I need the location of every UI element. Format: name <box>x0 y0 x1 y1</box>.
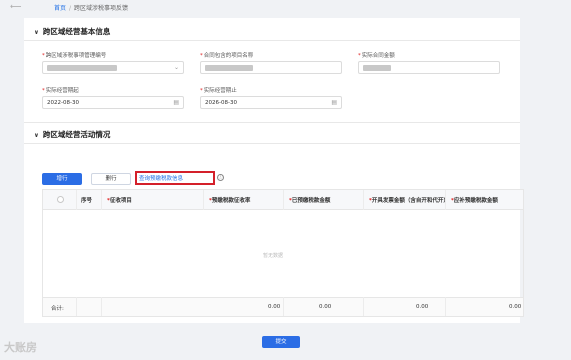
total-label: 合计: <box>51 306 64 312</box>
col-divider <box>76 190 77 210</box>
query-prepaid-tax-link[interactable]: 查询预缴税款信息 <box>139 174 183 182</box>
col-item: *征收项目 <box>107 198 132 204</box>
contract-amount-input[interactable] <box>358 61 500 74</box>
section-basic-title[interactable]: ∨ 跨区域经营基本信息 <box>34 26 110 37</box>
col-divider <box>445 297 446 316</box>
info-icon[interactable]: ⓘ <box>217 174 224 181</box>
col-divider <box>101 297 102 316</box>
col-supplement: *应补预缴税款金额 <box>451 198 498 204</box>
col-divider <box>101 190 102 210</box>
col-divider <box>445 190 446 210</box>
breadcrumb-home[interactable]: 首页 <box>54 5 66 12</box>
end-date-picker[interactable]: 2026-08-30 ▤ <box>200 96 342 109</box>
divider <box>24 122 520 123</box>
col-divider <box>363 297 364 316</box>
col-index: 序号 <box>81 198 93 204</box>
col-divider <box>203 190 204 210</box>
redacted-value <box>205 65 253 71</box>
col-divider <box>363 190 364 210</box>
submit-button[interactable]: 提交 <box>262 336 300 348</box>
top-bar: ⟵ 首页 / 跨区域涉税事项反馈 <box>0 0 571 14</box>
start-date-picker[interactable]: 2022-08-30 ▤ <box>42 96 184 109</box>
total-rate: 0.00 <box>268 304 281 310</box>
delete-row-button[interactable]: 删行 <box>91 173 131 185</box>
contract-amount-label: *实际合同金额 <box>358 53 395 59</box>
total-invoice: 0.00 <box>416 304 429 310</box>
back-arrow-icon[interactable]: ⟵ <box>10 2 21 11</box>
mgmt-no-label: *跨区域涉税事项管理编号 <box>42 53 107 59</box>
redacted-value <box>47 65 117 71</box>
section-activity-title-text: 跨区域经营活动情况 <box>42 130 111 139</box>
activity-table: 序号 *征收项目 *预缴税款征收率 *已预缴税款金额 *开具发票金额（含自开和代… <box>42 189 524 317</box>
start-date-value: 2022-08-30 <box>47 100 79 106</box>
main-card: ∨ 跨区域经营基本信息 *跨区域涉税事项管理编号 ⌄ *合同包含的项目名称 *实际… <box>24 18 524 323</box>
calendar-icon[interactable]: ▤ <box>173 99 179 106</box>
empty-placeholder: 暂无数据 <box>263 253 284 259</box>
project-name-label: *合同包含的项目名称 <box>200 53 254 59</box>
col-divider <box>283 297 284 316</box>
breadcrumb-separator: / <box>69 5 72 12</box>
col-divider <box>76 297 77 316</box>
divider <box>24 40 520 41</box>
section-basic-title-text: 跨区域经营基本信息 <box>42 27 111 36</box>
add-row-button[interactable]: 增行 <box>42 173 82 185</box>
breadcrumb: 首页 / 跨区域涉税事项反馈 <box>54 3 128 12</box>
total-prepaid: 0.00 <box>319 304 332 310</box>
watermark-logo: 大账房 <box>4 341 37 354</box>
section-activity-title[interactable]: ∨ 跨区域经营活动情况 <box>34 129 110 140</box>
calendar-icon[interactable]: ▤ <box>331 99 337 106</box>
select-all-checkbox[interactable] <box>57 196 64 203</box>
end-date-label: *实际经营期止 <box>200 88 237 94</box>
chevron-down-icon: ⌄ <box>173 64 179 71</box>
redacted-value <box>363 65 391 71</box>
col-prepaid: *已预缴税款金额 <box>289 198 331 204</box>
chevron-down-icon[interactable]: ∨ <box>34 29 39 36</box>
col-divider <box>283 190 284 210</box>
mgmt-no-select[interactable]: ⌄ <box>42 61 184 74</box>
chevron-down-icon[interactable]: ∨ <box>34 132 39 139</box>
divider <box>24 143 520 144</box>
start-date-label: *实际经营期起 <box>42 88 79 94</box>
end-date-value: 2026-08-30 <box>205 100 237 106</box>
col-rate: *预缴税款征收率 <box>209 198 251 204</box>
breadcrumb-current: 跨区域涉税事项反馈 <box>74 5 129 12</box>
project-name-input[interactable] <box>200 61 342 74</box>
total-supplement: 0.00 <box>509 304 522 310</box>
col-invoice: *开具发票金额（含自开和代开） <box>369 198 449 204</box>
